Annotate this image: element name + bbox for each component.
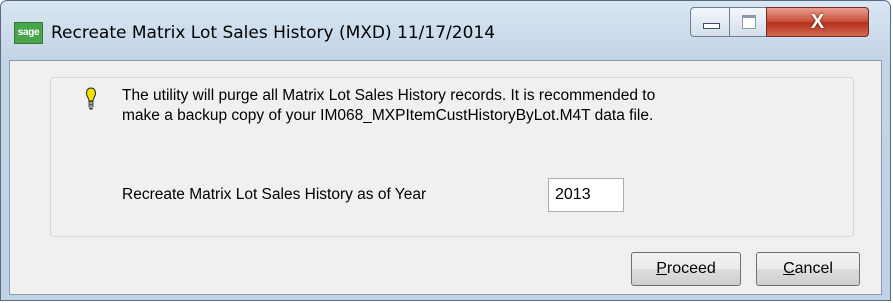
minimize-icon <box>703 23 720 29</box>
dialog-body: The utility will purge all Matrix Lot Sa… <box>9 60 882 295</box>
close-icon: X <box>810 11 825 33</box>
close-button[interactable]: X <box>766 7 869 37</box>
warning-message: The utility will purge all Matrix Lot Sa… <box>122 86 655 126</box>
maximize-button[interactable] <box>729 7 767 37</box>
proceed-mnemonic: P <box>656 260 667 277</box>
year-input[interactable] <box>548 178 624 212</box>
proceed-label: roceed <box>666 260 716 277</box>
window-title: Recreate Matrix Lot Sales History (MXD) … <box>51 23 496 43</box>
maximize-icon <box>742 15 756 29</box>
dialog-window: sage Recreate Matrix Lot Sales History (… <box>0 0 891 301</box>
year-label: Recreate Matrix Lot Sales History as of … <box>122 186 427 203</box>
sage-app-icon: sage <box>14 22 43 44</box>
title-bar[interactable]: sage Recreate Matrix Lot Sales History (… <box>1 1 890 61</box>
warning-message-line-1: The utility will purge all Matrix Lot Sa… <box>122 87 656 104</box>
cancel-button[interactable]: Cancel <box>756 252 860 286</box>
cancel-label: ancel <box>794 260 833 277</box>
warning-message-line-2: make a backup copy of your IM068_MXPItem… <box>122 107 654 124</box>
cancel-mnemonic: C <box>783 260 795 277</box>
lightbulb-icon <box>86 87 96 110</box>
minimize-button[interactable] <box>690 7 730 37</box>
proceed-button[interactable]: Proceed <box>631 252 741 286</box>
